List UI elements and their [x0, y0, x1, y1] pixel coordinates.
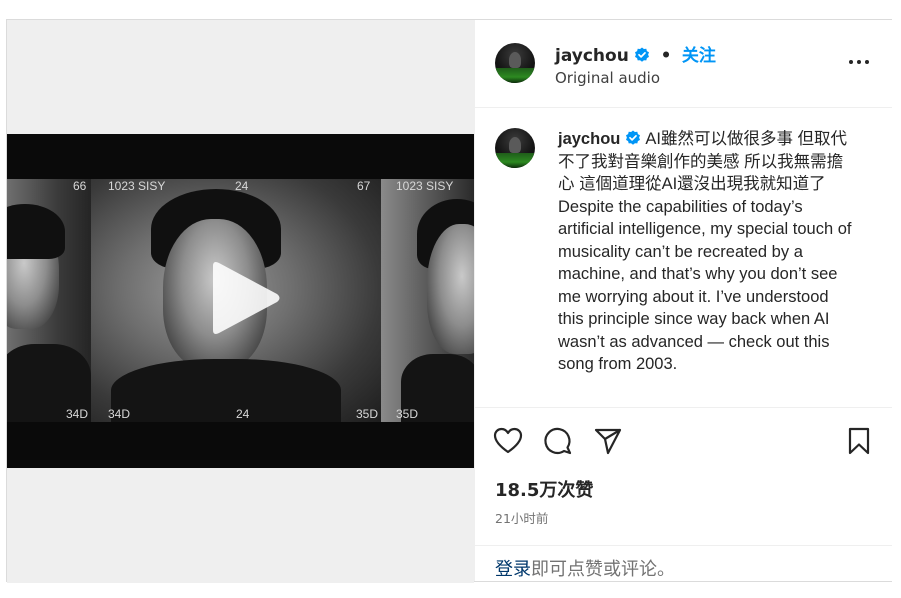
frame-code: 34D [108, 407, 131, 421]
login-prompt-text: 即可点赞或评论。 [531, 559, 675, 580]
frame-code: 67 [357, 179, 371, 193]
info-pane: jaychou • 关注 Original audio jaychou AI雖然… [474, 20, 892, 581]
film-frame-right [381, 179, 474, 422]
verified-badge-icon [634, 47, 650, 63]
caption-username[interactable]: jaychou [558, 130, 620, 148]
bookmark-icon[interactable] [844, 426, 874, 456]
frame-code: 35D [396, 407, 419, 421]
more-horizontal-icon[interactable] [848, 54, 870, 70]
avatar[interactable] [495, 128, 535, 168]
follow-button[interactable]: 关注 [682, 46, 716, 66]
post-card: 66 1023 SISY 24 67 1023 SISY 34D 34D 24 … [6, 19, 892, 583]
play-icon[interactable] [205, 258, 285, 338]
media-pane: 66 1023 SISY 24 67 1023 SISY 34D 34D 24 … [7, 20, 474, 583]
actions-section: 18.5万次赞 21小时前 登录即可点赞或评论。 [475, 407, 892, 584]
likes-count[interactable]: 18.5万次赞 [495, 476, 593, 502]
film-frame-left [7, 179, 91, 422]
caption-username-link[interactable]: jaychou [558, 130, 641, 148]
login-prompt: 登录即可点赞或评论。 [475, 545, 892, 585]
audio-label[interactable]: Original audio [555, 69, 660, 87]
frame-code: 24 [235, 179, 249, 193]
login-link[interactable]: 登录 [495, 559, 531, 580]
separator-dot: • [660, 46, 672, 66]
frame-code: 35D [356, 407, 379, 421]
frame-code: 24 [236, 407, 250, 421]
post-header: jaychou • 关注 Original audio [475, 20, 892, 108]
header-name-row: jaychou • 关注 [555, 41, 716, 66]
share-icon[interactable] [593, 426, 623, 456]
comment-icon[interactable] [543, 426, 573, 456]
avatar[interactable] [495, 43, 535, 83]
verified-badge-icon [625, 130, 641, 146]
caption-area: jaychou AI雖然可以做很多事 但取代不了我對音樂創作的美感 所以我無需擔心… [475, 108, 892, 406]
frame-code: 34D [66, 407, 89, 421]
caption-body: AI雖然可以做很多事 但取代不了我對音樂創作的美感 所以我無需擔心 這個道理從A… [558, 130, 852, 373]
post-timestamp[interactable]: 21小时前 [495, 508, 548, 527]
frame-code: 1023 SISY [396, 179, 454, 193]
frame-code: 1023 SISY [108, 179, 166, 193]
heart-icon[interactable] [493, 426, 523, 456]
video-player[interactable]: 66 1023 SISY 24 67 1023 SISY 34D 34D 24 … [7, 134, 474, 468]
caption: jaychou AI雖然可以做很多事 但取代不了我對音樂創作的美感 所以我無需擔心… [558, 128, 854, 376]
username-link[interactable]: jaychou [555, 46, 629, 66]
frame-code: 66 [73, 179, 87, 193]
